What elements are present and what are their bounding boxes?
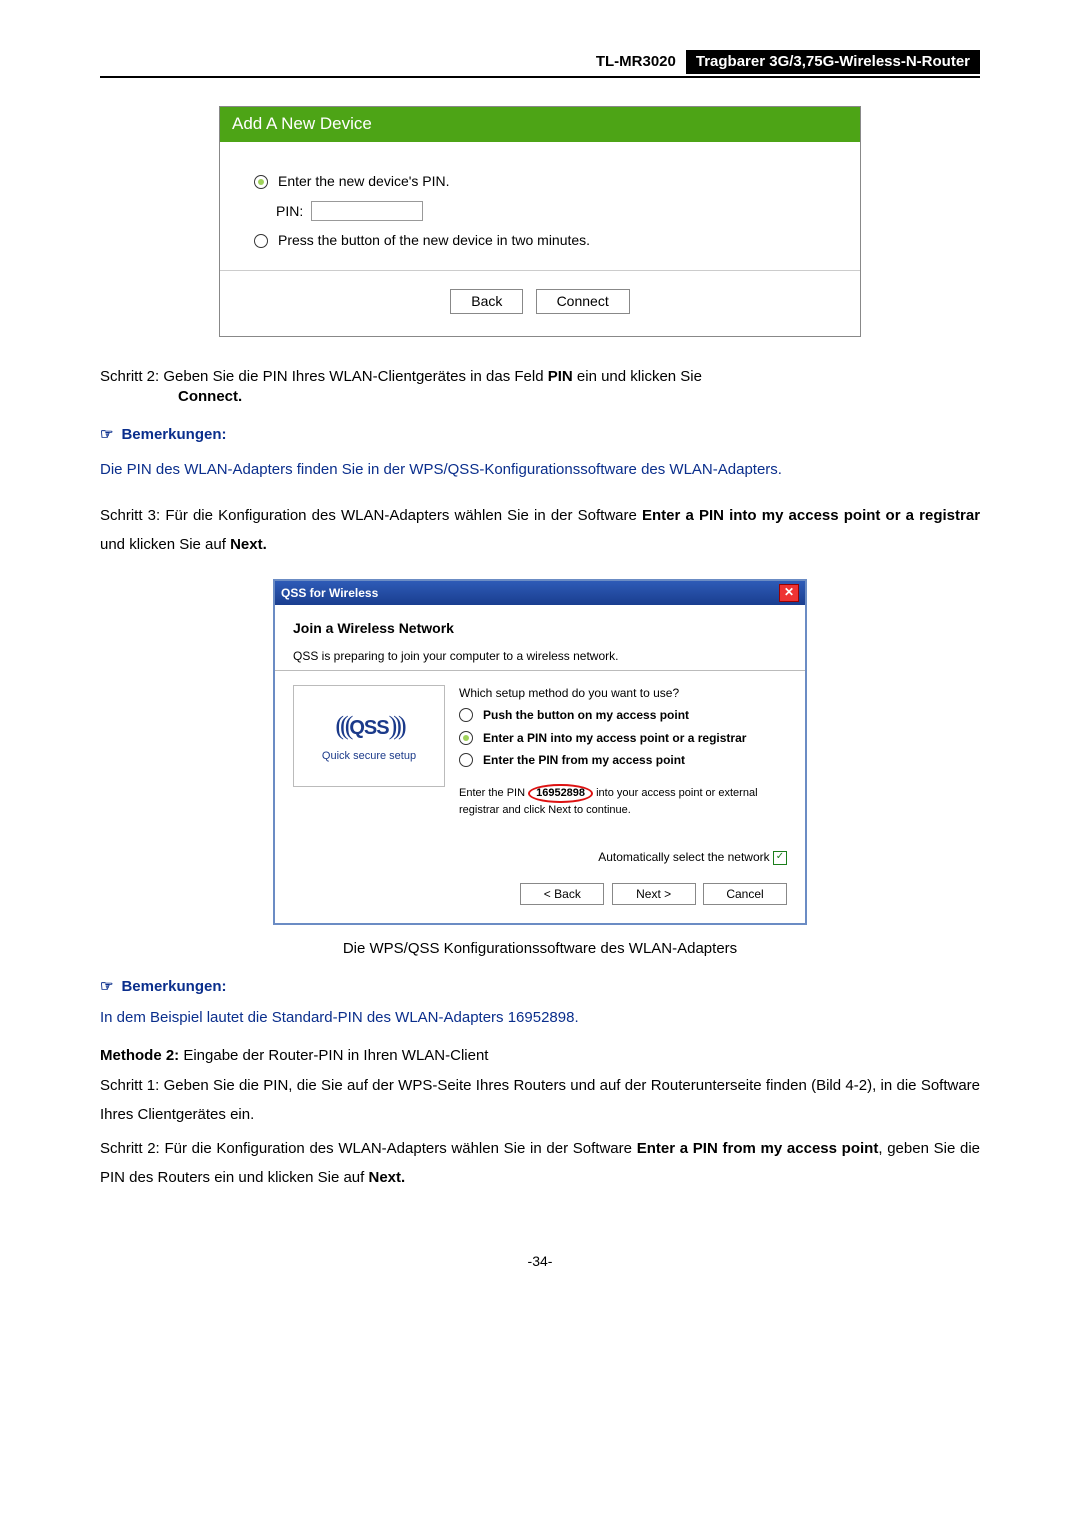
connect-button[interactable]: Connect xyxy=(536,289,630,314)
qss-logo-box: (((QSS))) Quick secure setup xyxy=(293,685,445,787)
step3-text: Schritt 3: Für die Konfiguration des WLA… xyxy=(100,502,980,559)
highlighted-pin: 16952898 xyxy=(528,784,593,803)
radio-icon xyxy=(459,753,473,767)
figure-caption: Die WPS/QSS Konfigurationssoftware des W… xyxy=(100,939,980,959)
radio-icon xyxy=(459,708,473,722)
which-method-text: Which setup method do you want to use? xyxy=(459,685,787,701)
qss-dialog: QSS for Wireless ✕ Join a Wireless Netwo… xyxy=(273,579,807,925)
note-text: In dem Beispiel lautet die Standard-PIN … xyxy=(100,1008,980,1028)
model-label: TL-MR3020 xyxy=(596,50,686,74)
back-button[interactable]: Back xyxy=(450,289,523,314)
notes-heading: ☞Bemerkungen: xyxy=(100,977,980,997)
pin-input[interactable] xyxy=(311,201,423,221)
radio-icon xyxy=(254,234,268,248)
m2-step2-text: Schritt 2: Für die Konfiguration des WLA… xyxy=(100,1135,980,1192)
qss-title: QSS for Wireless xyxy=(281,585,378,601)
page-number: -34- xyxy=(100,1252,980,1271)
step2-text: Schritt 2: Geben Sie die PIN Ihres WLAN-… xyxy=(100,367,980,408)
qss-next-button[interactable]: Next > xyxy=(612,883,696,905)
pointing-hand-icon: ☞ xyxy=(100,978,113,995)
product-label: Tragbarer 3G/3,75G-Wireless-N-Router xyxy=(686,50,980,74)
notes-heading: ☞Bemerkungen: xyxy=(100,425,980,445)
page-header: TL-MR3020 Tragbarer 3G/3,75G-Wireless-N-… xyxy=(100,50,980,78)
m2-step1-text: Schritt 1: Geben Sie die PIN, die Sie au… xyxy=(100,1072,980,1129)
qss-back-button[interactable]: < Back xyxy=(520,883,604,905)
close-icon[interactable]: ✕ xyxy=(779,584,799,602)
option-push-button[interactable]: Push the button on my access point xyxy=(459,707,787,723)
note-text: Die PIN des WLAN-Adapters finden Sie in … xyxy=(100,456,980,485)
enter-pin-label: Enter the new device's PIN. xyxy=(278,172,450,191)
qss-subtext: QSS is preparing to join your computer t… xyxy=(293,648,787,664)
option-enter-pin-from-ap[interactable]: Enter the PIN from my access point xyxy=(459,752,787,768)
press-button-label: Press the button of the new device in tw… xyxy=(278,231,590,250)
method2-heading: Methode 2: Eingabe der Router-PIN in Ihr… xyxy=(100,1046,980,1066)
radio-icon xyxy=(254,175,268,189)
radio-icon xyxy=(459,731,473,745)
join-network-heading: Join a Wireless Network xyxy=(293,619,787,638)
qss-logo-caption: Quick secure setup xyxy=(322,749,416,764)
auto-select-row[interactable]: Automatically select the network ✓ xyxy=(275,833,805,869)
pin-label: PIN: xyxy=(276,202,303,221)
qss-cancel-button[interactable]: Cancel xyxy=(703,883,787,905)
press-button-option[interactable]: Press the button of the new device in tw… xyxy=(254,231,826,250)
pointing-hand-icon: ☞ xyxy=(100,426,113,443)
add-device-dialog: Add A New Device Enter the new device's … xyxy=(219,106,861,337)
add-device-title: Add A New Device xyxy=(220,107,860,142)
option-enter-pin-ap[interactable]: Enter a PIN into my access point or a re… xyxy=(459,730,787,746)
enter-pin-option[interactable]: Enter the new device's PIN. xyxy=(254,172,826,191)
checkbox-icon[interactable]: ✓ xyxy=(773,851,787,865)
pin-instruction-text: Enter the PIN 16952898 into your access … xyxy=(459,784,787,819)
